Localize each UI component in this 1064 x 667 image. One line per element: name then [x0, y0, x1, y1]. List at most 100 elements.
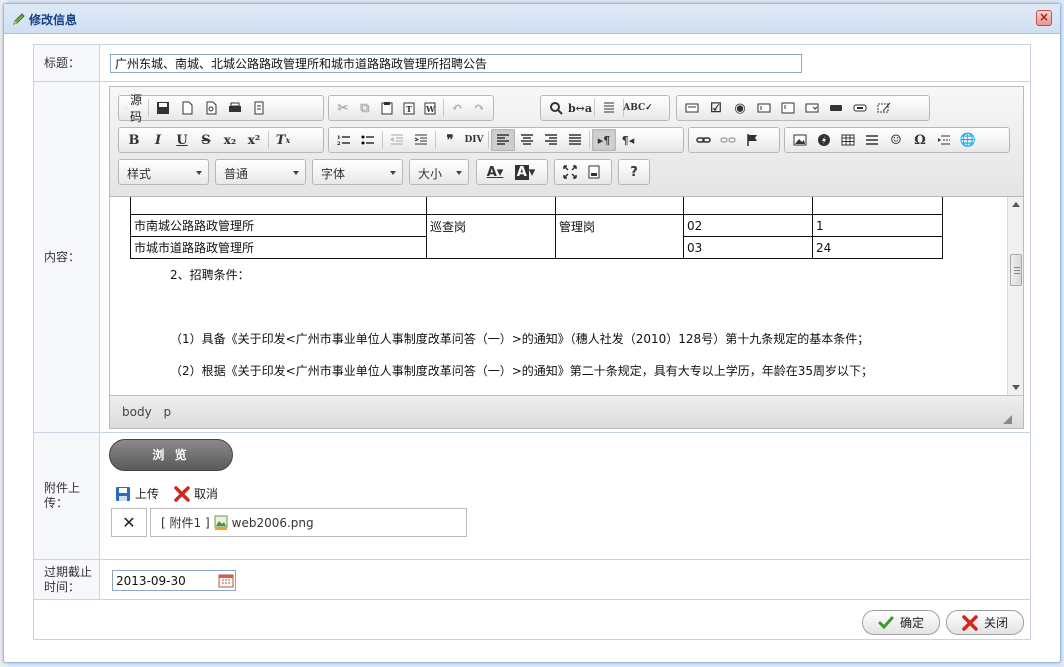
rtl-icon[interactable]: ¶◂	[616, 129, 640, 151]
path-item-body[interactable]: body	[122, 405, 152, 419]
justify-icon[interactable]	[563, 129, 587, 151]
select-field-icon[interactable]	[800, 97, 824, 119]
strike-icon[interactable]: S	[194, 129, 218, 151]
show-blocks-icon[interactable]	[582, 161, 606, 183]
templates-icon[interactable]	[247, 97, 271, 119]
numbered-list-icon[interactable]: 12	[332, 129, 356, 151]
toolbar-group-clipboard: ✂ ⧉ T W ↶ ↷	[328, 95, 494, 121]
upload-link[interactable]: 上传	[115, 485, 159, 502]
format-combo[interactable]: 普通	[215, 159, 306, 185]
ltr-icon[interactable]: ▸¶	[592, 129, 616, 151]
replace-icon[interactable]: b↔a	[568, 97, 592, 119]
calendar-icon[interactable]	[218, 573, 234, 588]
bold-icon[interactable]: B	[122, 129, 146, 151]
superscript-icon[interactable]: x²	[242, 129, 266, 151]
checkbox-icon[interactable]: ☑	[704, 97, 728, 119]
editor-scrollbar[interactable]	[1007, 197, 1023, 395]
underline-icon[interactable]: U	[170, 129, 194, 151]
paste-word-icon[interactable]: W	[420, 97, 442, 119]
browse-button[interactable]: 浏 览	[109, 439, 233, 471]
svg-text:2: 2	[337, 141, 341, 147]
spellcheck-icon[interactable]: ABC✓	[623, 97, 652, 119]
form-icon[interactable]	[680, 97, 704, 119]
unlink-icon[interactable]	[716, 129, 740, 151]
create-div-icon[interactable]: DIV	[462, 129, 486, 151]
text-color-icon[interactable]: A▾	[480, 161, 510, 183]
text-field-icon[interactable]	[752, 97, 776, 119]
dialog-titlebar[interactable]: 修改信息 ×	[4, 4, 1060, 34]
image-icon[interactable]	[788, 129, 812, 151]
red-x-icon	[174, 485, 190, 502]
font-combo-label: 字体	[321, 167, 346, 181]
maximize-icon[interactable]	[558, 161, 582, 183]
anchor-flag-icon[interactable]	[740, 129, 764, 151]
remove-format-icon[interactable]: Tx	[271, 129, 295, 151]
edit-form: 标题： 内容： 源码	[33, 44, 1031, 640]
button-field-icon[interactable]	[824, 97, 848, 119]
flash-icon[interactable]	[812, 129, 836, 151]
italic-icon[interactable]: I	[146, 129, 170, 151]
align-center-icon[interactable]	[515, 129, 539, 151]
copy-icon[interactable]: ⧉	[354, 97, 376, 119]
blockquote-icon[interactable]: ❞	[438, 129, 462, 151]
undo-icon[interactable]: ↶	[446, 97, 468, 119]
save-icon[interactable]	[151, 97, 175, 119]
table-cell: 市城市道路路政管理所	[130, 236, 427, 259]
subscript-icon[interactable]: x₂	[218, 129, 242, 151]
scroll-thumb[interactable]	[1010, 254, 1022, 286]
title-input[interactable]	[110, 54, 802, 73]
remove-file-icon[interactable]: ✕	[111, 508, 147, 537]
textarea-icon[interactable]	[776, 97, 800, 119]
link-icon[interactable]	[692, 129, 716, 151]
confirm-button[interactable]: 确定	[862, 610, 940, 635]
special-char-icon[interactable]: Ω	[908, 129, 932, 151]
editor-toolbar: 源码 ✂ ⧉ T W ↶ ↷ b↔a ABC✓ ☑ ◉ B I U S x₂ x…	[110, 87, 1023, 197]
table-row	[130, 197, 943, 215]
scroll-down-icon[interactable]	[1012, 385, 1020, 390]
path-item-p[interactable]: p	[164, 405, 172, 419]
file-name[interactable]: web2006.png	[232, 516, 314, 530]
table-cell: 24	[812, 236, 943, 259]
toolbar-group-forms: ☑ ◉	[676, 95, 930, 121]
smiley-icon[interactable]: ☺	[884, 129, 908, 151]
attachment-row: 附件上传： 浏 览 上传 取消 ✕ [ 附件1 ] web2006.png	[34, 433, 1030, 560]
paste-icon[interactable]	[376, 97, 398, 119]
bulleted-list-icon[interactable]	[356, 129, 380, 151]
image-button-icon[interactable]	[848, 97, 872, 119]
align-left-icon[interactable]	[491, 129, 515, 151]
close-button[interactable]: 关闭	[946, 610, 1024, 635]
select-all-icon[interactable]	[597, 97, 621, 119]
table-cell	[812, 197, 943, 215]
find-icon[interactable]	[544, 97, 568, 119]
print-icon[interactable]	[223, 97, 247, 119]
style-combo[interactable]: 样式	[118, 159, 209, 185]
about-help-icon[interactable]: ?	[622, 161, 646, 183]
paste-text-icon[interactable]: T	[398, 97, 420, 119]
preview-icon[interactable]	[199, 97, 223, 119]
green-check-icon	[878, 616, 894, 629]
horizontal-rule-icon[interactable]	[860, 129, 884, 151]
cut-icon[interactable]: ✂	[332, 97, 354, 119]
page-break-icon[interactable]	[932, 129, 956, 151]
close-icon[interactable]: ×	[1036, 10, 1052, 26]
radio-icon[interactable]: ◉	[728, 97, 752, 119]
source-button[interactable]: 源码	[122, 93, 146, 124]
new-page-icon[interactable]	[175, 97, 199, 119]
table-icon[interactable]	[836, 129, 860, 151]
scroll-up-icon[interactable]	[1012, 202, 1020, 207]
cancel-upload-link[interactable]: 取消	[174, 485, 218, 502]
editor-content-area[interactable]: 市南城公路路政管理所 巡查岗 管理岗 02 1 市城市道路路政管理所 03 24	[110, 197, 1007, 395]
table-cell: 市南城公路路政管理所	[130, 214, 427, 237]
toolbar-group-document: 源码	[118, 93, 324, 124]
resize-grip-icon[interactable]	[1003, 415, 1012, 424]
bg-color-icon[interactable]: A ▾	[510, 161, 540, 183]
size-combo[interactable]: 大小	[409, 159, 469, 185]
size-combo-label: 大小	[418, 167, 443, 181]
outdent-icon[interactable]	[385, 129, 409, 151]
iframe-globe-icon[interactable]: 🌐	[956, 129, 980, 151]
align-right-icon[interactable]	[539, 129, 563, 151]
redo-icon[interactable]: ↷	[468, 97, 490, 119]
indent-icon[interactable]	[409, 129, 433, 151]
font-combo[interactable]: 字体	[312, 159, 403, 185]
hidden-field-icon[interactable]	[872, 97, 896, 119]
